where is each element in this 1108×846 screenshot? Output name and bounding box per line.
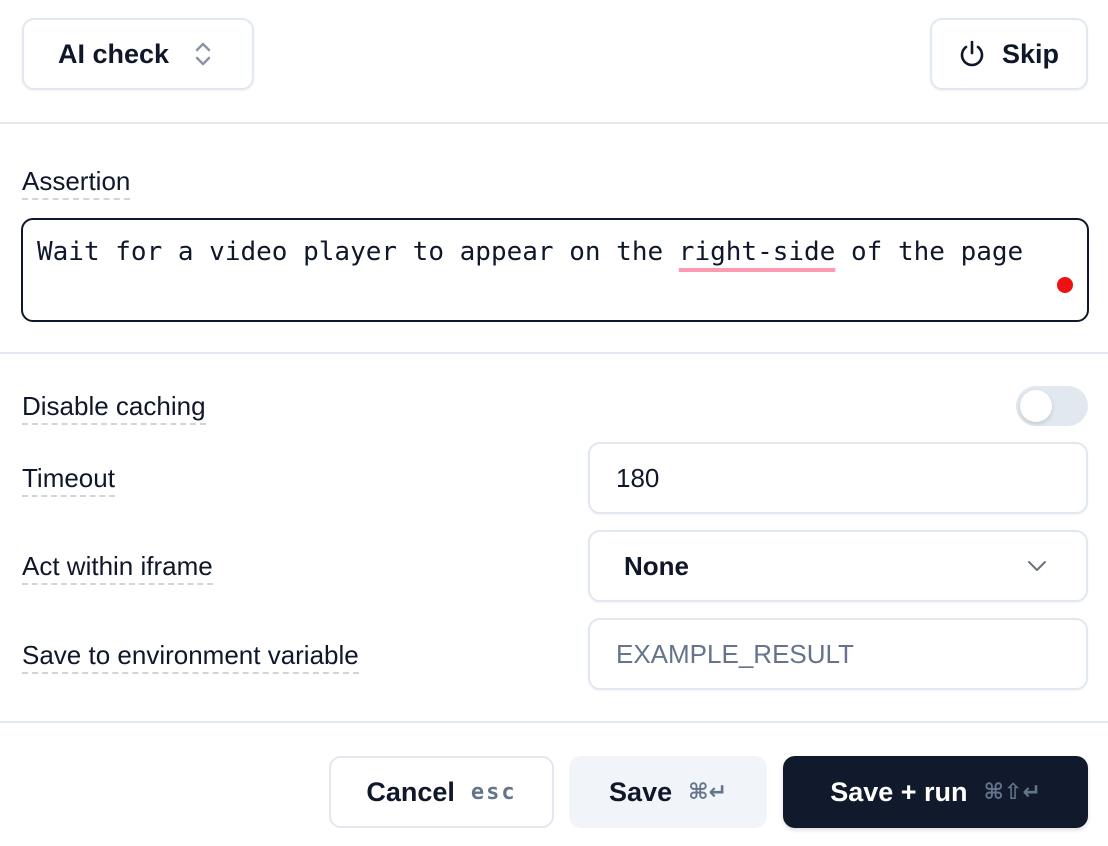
cancel-button[interactable]: Cancel esc — [329, 756, 554, 828]
save-run-shortcut: ⌘⇧↵ — [983, 779, 1041, 805]
env-var-label: Save to environment variable — [22, 640, 359, 674]
skip-label: Skip — [1002, 38, 1060, 69]
env-var-input[interactable]: EXAMPLE_RESULT — [588, 618, 1088, 690]
power-icon — [958, 39, 986, 69]
cancel-label: Cancel — [366, 776, 455, 807]
timeout-label: Timeout — [22, 463, 115, 497]
chevron-down-icon — [1026, 559, 1048, 573]
status-dot — [1057, 277, 1073, 293]
disable-caching-label: Disable caching — [22, 391, 206, 425]
save-run-label: Save + run — [830, 776, 968, 807]
toggle-knob — [1020, 390, 1052, 422]
timeout-input[interactable]: 180 — [588, 442, 1088, 514]
assertion-label: Assertion — [22, 166, 131, 200]
save-run-button[interactable]: Save + run ⌘⇧↵ — [783, 756, 1088, 828]
assertion-text-flagged: right-side — [678, 237, 836, 267]
iframe-selected-value: None — [624, 550, 689, 581]
assertion-text-after: of the page — [835, 237, 1024, 267]
save-button[interactable]: Save ⌘↵ — [569, 756, 767, 828]
assertion-textarea[interactable]: Wait for a video player to appear on the… — [21, 218, 1089, 322]
skip-button[interactable]: Skip — [930, 18, 1088, 90]
step-type-select[interactable]: AI check — [22, 18, 254, 90]
divider — [0, 352, 1108, 354]
chevron-up-down-icon — [193, 40, 213, 68]
assertion-text-before: Wait for a video player to appear on the — [37, 237, 679, 267]
cancel-shortcut: esc — [470, 779, 517, 805]
iframe-select[interactable]: None — [588, 530, 1088, 602]
save-shortcut: ⌘↵ — [688, 779, 727, 805]
iframe-label: Act within iframe — [22, 551, 213, 585]
divider — [0, 122, 1108, 124]
top-bar: AI check Skip — [0, 0, 1108, 123]
disable-caching-toggle[interactable] — [1016, 386, 1088, 426]
divider — [0, 721, 1108, 723]
save-label: Save — [609, 776, 673, 807]
step-type-label: AI check — [58, 38, 170, 69]
